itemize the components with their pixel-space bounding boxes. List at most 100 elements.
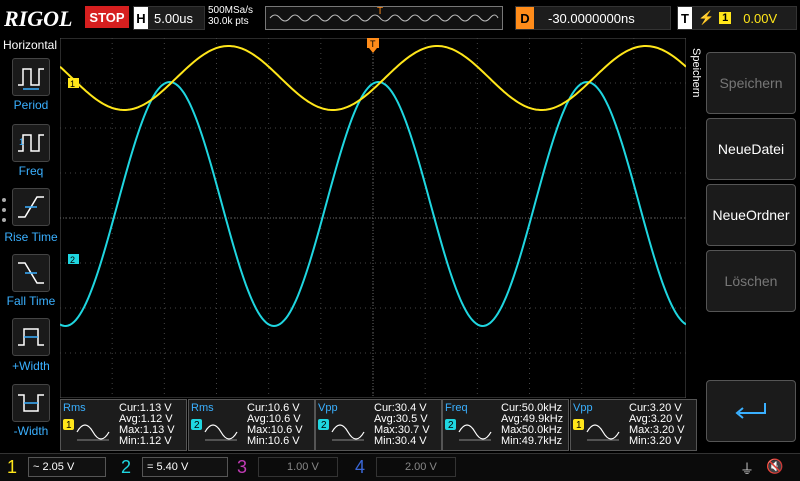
negative-width-icon <box>18 394 44 412</box>
channel-1-scale: 2.05 V <box>42 461 75 473</box>
fall-time-button[interactable] <box>12 254 50 292</box>
trigger-label: T <box>678 7 692 29</box>
left-menu-title: Horizontal <box>2 38 58 52</box>
channel-scale: ~ 2.05 V <box>28 457 106 477</box>
softkey-loeschen[interactable]: Löschen <box>706 250 796 312</box>
acquisition-info: 500MSa/s 30.0k pts <box>208 5 253 27</box>
channel-3-status[interactable]: 3 1.00 V <box>232 456 338 478</box>
channel-2-marker-label: 2 <box>70 255 75 265</box>
timebase-label: H <box>134 7 148 29</box>
page-indicator-dot <box>2 218 6 222</box>
channel-number: 3 <box>236 456 247 477</box>
measurement-channel: 1 <box>576 420 582 431</box>
measurement-min: Min:3.20 V <box>629 435 682 447</box>
softkey-neue-datei[interactable]: NeueDatei <box>706 118 796 180</box>
fall-time-icon <box>18 262 44 284</box>
channel-1-marker-label: 1 <box>70 79 75 89</box>
positive-width-label: +Width <box>12 359 50 373</box>
measurement-box: Rms 2 Cur:10.6 V Avg:10.6 V Max:10.6 V Min:10… <box>188 399 315 451</box>
positive-width-button[interactable] <box>12 318 50 356</box>
frequency-button[interactable]: 1 <box>12 124 50 162</box>
channel-1-status[interactable]: 1 ~ 2.05 V <box>2 456 106 478</box>
measurement-waveform-icon: 1 <box>63 419 110 441</box>
softkey-enter[interactable] <box>706 380 796 442</box>
channel-2-status[interactable]: 2 = 5.40 V <box>116 456 228 478</box>
channel-2-scale: 5.40 V <box>156 461 189 473</box>
page-indicator-dot <box>2 198 6 202</box>
measurement-name: Rms <box>191 402 214 414</box>
measurement-channel: 2 <box>321 420 327 431</box>
measurement-box: Freq 2 Cur:50.0kHz Avg:49.9kHz Max50.0kHz Min… <box>442 399 569 451</box>
fall-time-label: Fall Time <box>6 294 56 308</box>
channel-scale: = 5.40 V <box>142 457 228 477</box>
period-button[interactable] <box>12 58 50 96</box>
negative-width-label: -Width <box>13 424 49 438</box>
svg-text:1: 1 <box>19 137 24 147</box>
rise-time-icon <box>18 196 44 218</box>
usb-icon: ⏚ <box>740 461 754 477</box>
measurement-name: Rms <box>63 402 86 414</box>
memory-depth: 30.0k pts <box>208 16 249 27</box>
delay-value: -30.0000000ns <box>548 10 635 26</box>
coupling-dc-icon: = <box>147 461 154 473</box>
trigger-settings[interactable]: T ⚡ 1 0.00V <box>677 6 797 30</box>
measurement-name: Freq <box>445 402 468 414</box>
trigger-source: 1 <box>719 12 732 24</box>
frequency-label: Freq <box>18 164 44 178</box>
waveform-display[interactable]: 1 2 T <box>60 38 686 398</box>
measurement-box: Vpp 1 Cur:3.20 V Avg:3.20 V Max:3.20 V Min:3.… <box>570 399 697 451</box>
channel-3-scale: 1.00 V <box>258 457 338 477</box>
channel-1-marker: 1 <box>68 78 79 89</box>
rise-time-button[interactable] <box>12 188 50 226</box>
horizontal-delay[interactable]: D -30.0000000ns <box>515 6 671 30</box>
measurement-values: Cur:10.6 V Avg:10.6 V Max:10.6 V Min:10.6 V <box>247 403 303 447</box>
positive-width-icon <box>18 328 44 346</box>
trigger-marker-label: T <box>370 39 376 49</box>
measurement-values: Cur:50.0kHz Avg:49.9kHz Max50.0kHz Min:49.7… <box>501 403 563 447</box>
channel-number: 4 <box>354 456 365 477</box>
measurement-waveform-icon: 2 <box>445 419 492 441</box>
measurement-name: Vpp <box>573 402 593 414</box>
rise-time-label: Rise Time <box>4 230 58 244</box>
measurement-channel: 2 <box>194 420 200 431</box>
run-stop-status[interactable]: STOP <box>85 6 129 28</box>
channel-2-marker: 2 <box>68 254 79 265</box>
mute-icon[interactable]: 🔇 <box>766 458 783 475</box>
measurement-box: Vpp 2 Cur:30.4 V Avg:30.5 V Max:30.7 V Min:30… <box>315 399 442 451</box>
coupling-ac-icon: ~ <box>33 461 40 473</box>
brand-logo: RIGOL <box>4 6 73 31</box>
channel-4-scale: 2.00 V <box>376 457 456 477</box>
memory-waveform-overview[interactable] <box>265 6 503 30</box>
measurement-box: Rms 1 Cur:1.13 V Avg:1.12 V Max:1.13 V Min:1.… <box>60 399 187 451</box>
horizontal-timebase[interactable]: H 5.00us <box>133 6 205 30</box>
measurement-min: Min:10.6 V <box>247 435 300 447</box>
softkey-neue-ordner[interactable]: NeueOrdner <box>706 184 796 246</box>
measurement-waveform-icon: 2 <box>318 419 365 441</box>
measurement-values: Cur:3.20 V Avg:3.20 V Max:3.20 V Min:3.20 V <box>629 403 685 447</box>
measurement-min: Min:49.7kHz <box>501 435 563 447</box>
delay-label: D <box>516 7 534 29</box>
sample-rate: 500MSa/s <box>208 5 254 16</box>
softkey-speichern[interactable]: Speichern <box>706 52 796 114</box>
measurement-min: Min:1.12 V <box>119 435 172 447</box>
rising-edge-icon: ⚡ <box>698 10 715 25</box>
channel-number: 1 <box>6 456 17 477</box>
period-icon <box>18 68 44 90</box>
trigger-level: 0.00V <box>743 10 778 26</box>
measurement-channel: 2 <box>448 420 454 431</box>
frequency-icon: 1 <box>18 134 44 152</box>
channel-4-status[interactable]: 4 2.00 V <box>350 456 456 478</box>
enter-icon <box>735 403 766 419</box>
measurement-values: Cur:30.4 V Avg:30.5 V Max:30.7 V Min:30.4 V <box>374 403 430 447</box>
measurement-channel: 1 <box>66 420 72 431</box>
measurement-waveform-icon: 1 <box>573 419 620 441</box>
negative-width-button[interactable] <box>12 384 50 422</box>
trigger-position-marker: T <box>377 6 384 17</box>
period-label: Period <box>13 98 49 112</box>
menu-title: Speichern <box>690 48 702 98</box>
measurement-name: Vpp <box>318 402 338 414</box>
measurement-waveform-icon: 2 <box>191 419 238 441</box>
channel-number: 2 <box>120 456 131 477</box>
timebase-value: 5.00us <box>154 10 194 26</box>
memory-overview-icon <box>269 14 499 22</box>
